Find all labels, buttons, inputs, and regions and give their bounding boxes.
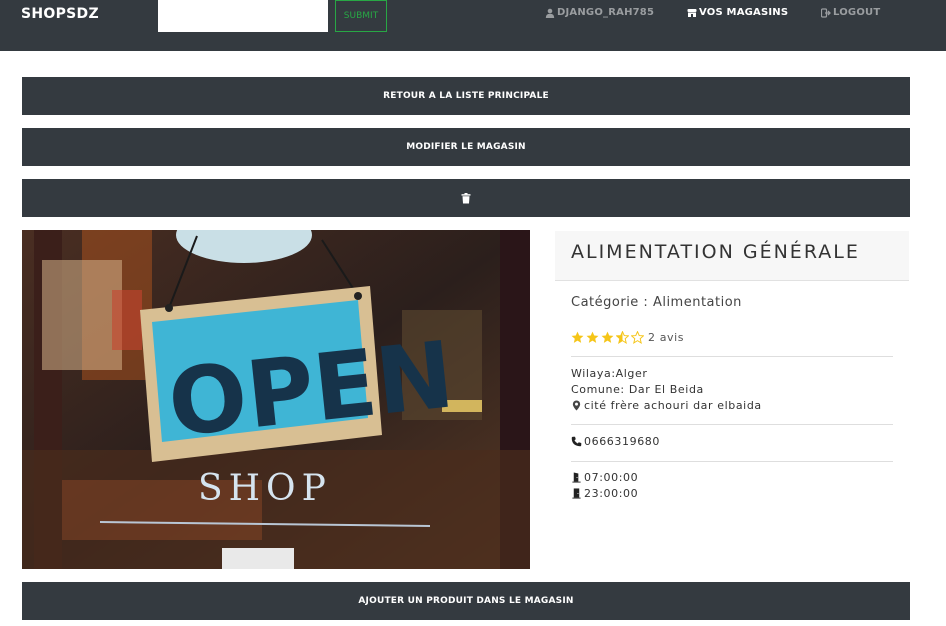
open-sign-illustration: OPEN SHOP	[22, 230, 530, 569]
brand-logo[interactable]: SHOPSDZ	[21, 6, 99, 22]
store-close-time: 23:00:00	[584, 487, 639, 500]
divider	[571, 461, 893, 462]
logout-icon	[821, 7, 831, 18]
store-address: cité frère achouri dar elbaida	[584, 399, 762, 412]
store-commune: Comune: Dar El Beida	[571, 383, 704, 396]
star-half-icon	[616, 331, 629, 344]
nav-stores-label: VOS MAGASINS	[699, 7, 789, 18]
nav-logout-label: LOGOUT	[833, 7, 881, 18]
store-open-row: 07:00:00	[571, 471, 638, 484]
add-product-button[interactable]: AJOUTER UN PRODUIT DANS LE MAGASIN	[22, 582, 910, 620]
nav-user-link[interactable]: DJANGO_RAH785	[545, 7, 654, 18]
divider	[571, 356, 893, 357]
store-address-row: cité frère achouri dar elbaida	[571, 399, 762, 412]
phone-icon	[571, 436, 582, 447]
store-wilaya: Wilaya:Alger	[571, 367, 648, 380]
store-phone-row: 0666319680	[571, 435, 660, 448]
door-open-icon	[572, 472, 581, 483]
nav-stores-link[interactable]: VOS MAGASINS	[687, 7, 788, 18]
store-rating: 2 avis	[571, 331, 684, 344]
divider	[571, 424, 893, 425]
submit-button[interactable]: SUBMIT	[335, 0, 387, 32]
store-photo: OPEN SHOP	[22, 230, 530, 569]
store-name: ALIMENTATION GÉNÉRALE	[571, 241, 860, 263]
sign-subtext: SHOP	[198, 468, 332, 509]
search-input[interactable]	[158, 0, 328, 32]
user-icon	[545, 8, 555, 18]
store-category: Catégorie : Alimentation	[571, 295, 742, 310]
store-open-time: 07:00:00	[584, 471, 639, 484]
door-closed-icon	[572, 488, 581, 499]
star-empty-icon	[631, 331, 644, 344]
navbar: SHOPSDZ SUBMIT DJANGO_RAH785 VOS MAGASIN…	[0, 0, 946, 51]
store-icon	[687, 8, 697, 17]
store-phone[interactable]: 0666319680	[584, 435, 660, 448]
back-to-list-button[interactable]: RETOUR A LA LISTE PRINCIPALE	[22, 77, 910, 115]
star-icon	[571, 331, 584, 343]
store-close-row: 23:00:00	[571, 487, 638, 500]
delete-store-button[interactable]	[22, 179, 910, 217]
map-marker-icon	[572, 400, 581, 411]
store-header: ALIMENTATION GÉNÉRALE	[555, 231, 909, 281]
star-icon	[586, 331, 599, 343]
edit-store-button[interactable]: MODIFIER LE MAGASIN	[22, 128, 910, 166]
nav-logout-link[interactable]: LOGOUT	[821, 7, 880, 18]
star-icon	[601, 331, 614, 343]
nav-user-label: DJANGO_RAH785	[557, 7, 655, 18]
review-count[interactable]: 2 avis	[648, 331, 684, 344]
trash-icon	[461, 192, 471, 203]
